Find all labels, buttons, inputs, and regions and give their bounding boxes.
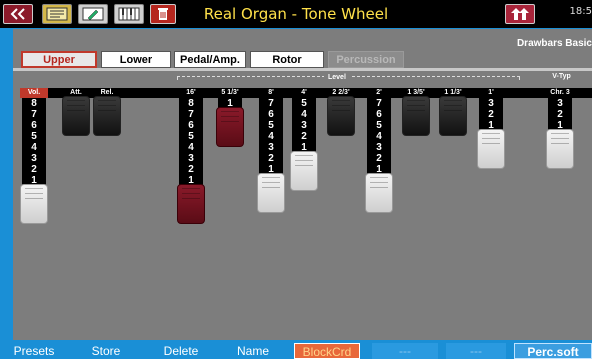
drawbar-scale-number: 3: [31, 153, 37, 164]
clock: 18:5: [569, 6, 592, 17]
drawbar-label-0: Vol.: [20, 88, 48, 98]
drawbar-handle-3[interactable]: [177, 184, 205, 224]
function-key-2[interactable]: Store: [74, 343, 138, 359]
organ-screen: Real Organ - Tone Wheel 18:5 Drawbars Ba…: [0, 0, 592, 359]
drawbar-handle-2[interactable]: [93, 96, 121, 136]
drawbar-handle-6[interactable]: [290, 151, 318, 191]
function-key-6[interactable]: ---: [372, 343, 438, 359]
drawbar-scale-number: 7: [268, 98, 274, 109]
drawbar-scale-number: 2: [557, 109, 563, 120]
drawbar-scale-number: 6: [376, 109, 382, 120]
drawbar-scale-number: 5: [268, 120, 274, 131]
tab-divider: [13, 68, 592, 71]
drawbar-scale-number: 5: [376, 120, 382, 131]
drawbar-scale-number: 2: [301, 131, 307, 142]
function-key-4[interactable]: Name: [222, 343, 284, 359]
drawbar-scale-number: 3: [557, 98, 563, 109]
shift-icon[interactable]: [505, 4, 535, 24]
drawbar-scale-number: 6: [188, 120, 194, 131]
drawbar-handle-10[interactable]: [439, 96, 467, 136]
drawbar-scale-number: 7: [31, 109, 37, 120]
drawbar-shaft-12: 321: [548, 98, 572, 131]
drawbar-scale-number: 8: [188, 98, 194, 109]
tab-upper[interactable]: Upper: [21, 51, 97, 68]
drawbar-scale-number: 8: [31, 98, 37, 109]
drawbar-scale-number: 7: [188, 109, 194, 120]
drawbar-scale-number: 6: [268, 109, 274, 120]
drawbar-label-6: 4': [301, 89, 307, 96]
drawbar-scale-number: 2: [376, 153, 382, 164]
function-key-3[interactable]: Delete: [148, 343, 214, 359]
drawbar-panel: Drawbars Basic Upper Lower Pedal/Amp. Rotor…: [13, 29, 592, 340]
drawbar-handle-0[interactable]: [20, 184, 48, 224]
drawbar-handle-9[interactable]: [402, 96, 430, 136]
drawbar-scale-number: 5: [301, 98, 307, 109]
drawbar-handle-5[interactable]: [257, 173, 285, 213]
drawbar-scale-number: 2: [188, 164, 194, 175]
drawbar-label-3: 16': [186, 89, 196, 96]
drawbar-scale-number: 5: [188, 131, 194, 142]
drawbar-label-11: 1': [488, 89, 494, 96]
drawbar-scale-number: 4: [301, 109, 307, 120]
drawbar-shaft-8: 7654321: [367, 98, 391, 175]
function-key-8[interactable]: Perc.soft: [514, 343, 592, 359]
drawbar-scale-number: 3: [301, 120, 307, 131]
drawbar-label-12: Chr. 3: [550, 89, 570, 96]
drawbar-handle-11[interactable]: [477, 129, 505, 169]
function-key-bar: Presets Store Delete Name BlockCrd --- --- Perc…: [0, 340, 592, 359]
drawbar-scale-number: 5: [31, 131, 37, 142]
drawbar-label-5: 8': [268, 89, 274, 96]
preset-name: Drawbars Basic: [516, 38, 592, 49]
drawbar-scale-number: 4: [376, 131, 382, 142]
drawbar-handle-7[interactable]: [327, 96, 355, 136]
drawbar-label-8: 2': [376, 89, 382, 96]
function-key-5[interactable]: BlockCrd: [294, 343, 360, 359]
vtyp-label: V-Typ: [552, 73, 571, 80]
drawbar-handle-4[interactable]: [216, 107, 244, 147]
title-bar: Real Organ - Tone Wheel 18:5: [0, 0, 592, 28]
drawbar-handle-1[interactable]: [62, 96, 90, 136]
level-label: Level: [324, 74, 350, 81]
function-key-7[interactable]: ---: [446, 343, 506, 359]
drawbar-scale-number: 4: [31, 142, 37, 153]
drawbar-scale-number: 4: [188, 142, 194, 153]
drawbar-scale-number: 3: [376, 142, 382, 153]
drawbar-label-4: 5 1/3': [221, 89, 239, 96]
drawbar-handle-8[interactable]: [365, 173, 393, 213]
page-title: Real Organ - Tone Wheel: [203, 5, 389, 23]
drawbar-scale-number: 2: [268, 153, 274, 164]
tab-lower[interactable]: Lower: [101, 51, 171, 68]
tab-percussion[interactable]: Percussion: [328, 51, 404, 68]
drawbar-scale-number: 6: [31, 120, 37, 131]
tab-rotor[interactable]: Rotor: [250, 51, 324, 68]
drawbar-scale-number: 4: [268, 131, 274, 142]
drawbar-shaft-5: 7654321: [259, 98, 283, 175]
drawbar-scale-number: 2: [488, 109, 494, 120]
drawbar-scale-number: 3: [488, 98, 494, 109]
tab-pedal-amp[interactable]: Pedal/Amp.: [174, 51, 246, 68]
drawbar-shaft-0: 87654321: [22, 98, 46, 186]
drawbar-shaft-11: 321: [479, 98, 503, 131]
function-key-1[interactable]: Presets: [2, 343, 66, 359]
drawbar-handle-12[interactable]: [546, 129, 574, 169]
drawbar-shaft-3: 87654321: [179, 98, 203, 186]
drawbar-scale-number: 7: [376, 98, 382, 109]
drawbar-scale-number: 2: [31, 164, 37, 175]
drawbar-shaft-6: 54321: [292, 98, 316, 153]
drawbar-scale-number: 3: [268, 142, 274, 153]
drawbar-scale-number: 3: [188, 153, 194, 164]
